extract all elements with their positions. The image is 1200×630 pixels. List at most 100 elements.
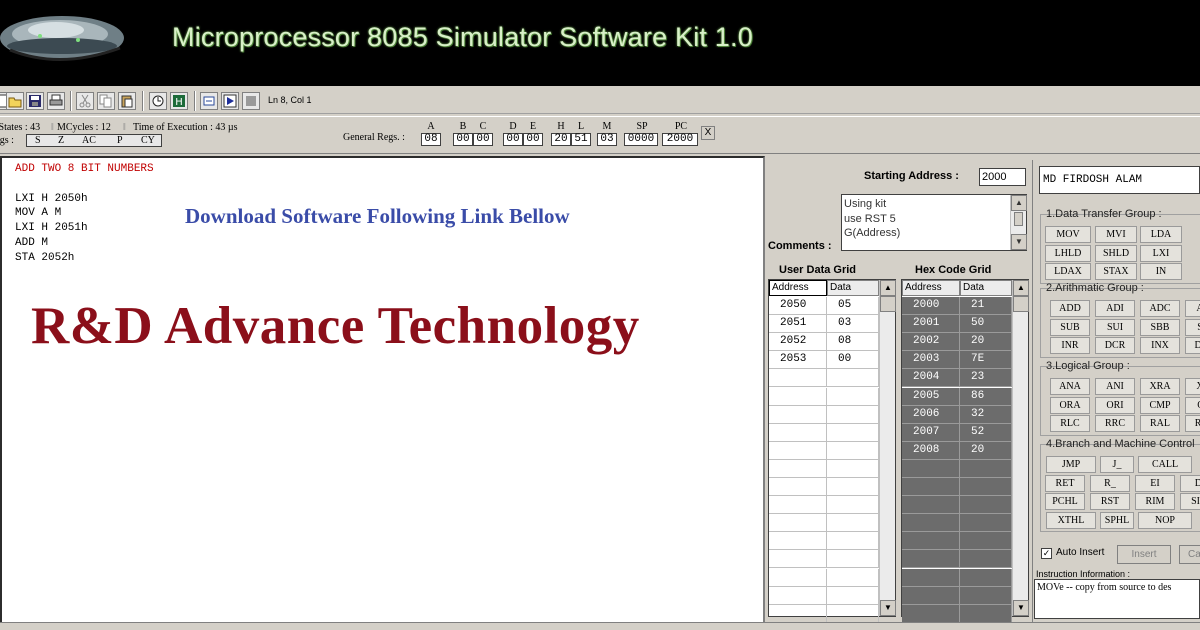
user-grid-address-cell[interactable]: 2051: [769, 315, 827, 334]
user-grid-address-cell[interactable]: [769, 459, 827, 478]
hex-grid-data-cell[interactable]: [960, 550, 1012, 569]
user-data-grid[interactable]: Address Data 2050 05 2051 03 2052 08 2053 00 ▲ …: [768, 279, 896, 623]
user-grid-data-cell[interactable]: 05: [827, 297, 879, 315]
instruction-button-j[interactable]: J_: [1100, 456, 1134, 473]
scroll-down-icon[interactable]: ▼: [1013, 600, 1029, 616]
hex-grid-data-cell[interactable]: 20: [960, 333, 1012, 352]
execute-icon[interactable]: H: [170, 92, 188, 110]
auto-insert-checkbox[interactable]: ✓: [1041, 548, 1052, 559]
instruction-button-aci[interactable]: ACI: [1185, 300, 1200, 317]
user-grid-data-cell[interactable]: [827, 604, 879, 623]
user-grid-address-cell[interactable]: 2052: [769, 333, 827, 352]
user-grid-address-cell[interactable]: [769, 478, 827, 496]
paste-icon[interactable]: [118, 92, 136, 110]
instruction-button-inx[interactable]: INX: [1140, 337, 1180, 354]
scroll-down-icon[interactable]: ▼: [880, 600, 896, 616]
scroll-up-icon[interactable]: ▲: [1011, 195, 1027, 211]
user-grid-data-cell[interactable]: 00: [827, 351, 879, 370]
instruction-button-xri[interactable]: XRI: [1185, 378, 1200, 395]
instruction-button-inr[interactable]: INR: [1050, 337, 1090, 354]
instruction-button-adc[interactable]: ADC: [1140, 300, 1180, 317]
copy-icon[interactable]: [97, 92, 115, 110]
hex-grid-address-cell[interactable]: 2005: [902, 387, 960, 406]
instruction-button-cmp[interactable]: CMP: [1140, 396, 1180, 414]
instruction-button-rst[interactable]: RST: [1090, 493, 1130, 510]
hex-grid-data-cell[interactable]: [960, 496, 1012, 515]
instruction-button-mov[interactable]: MOV: [1045, 226, 1091, 243]
user-grid-data-cell[interactable]: [827, 369, 879, 388]
instruction-button-rrc[interactable]: RRC: [1095, 415, 1135, 432]
instruction-button-sbb[interactable]: SBB: [1140, 318, 1180, 336]
instruction-button-r[interactable]: R_: [1090, 474, 1130, 492]
hex-grid-data-cell[interactable]: 52: [960, 423, 1012, 442]
hex-grid-address-cell[interactable]: 2006: [902, 405, 960, 424]
user-grid-data-cell[interactable]: 08: [827, 333, 879, 352]
save-icon[interactable]: [26, 92, 44, 110]
instruction-button-sim[interactable]: SIM: [1180, 493, 1200, 510]
hex-grid-address-cell[interactable]: 2002: [902, 333, 960, 352]
instruction-button-xra[interactable]: XRA: [1140, 378, 1180, 395]
instruction-button-stax[interactable]: STAX: [1095, 263, 1137, 280]
instruction-button-in[interactable]: IN: [1140, 263, 1182, 280]
author-field[interactable]: MD FIRDOSH ALAM: [1039, 166, 1200, 194]
hex-grid-data-cell[interactable]: 32: [960, 405, 1012, 424]
starting-address-input[interactable]: 2000: [979, 168, 1026, 186]
user-grid-data-cell[interactable]: [827, 441, 879, 460]
user-grid-address-cell[interactable]: [769, 550, 827, 569]
instruction-button-ana[interactable]: ANA: [1050, 378, 1090, 395]
open-icon[interactable]: [6, 92, 24, 110]
instruction-button-ldax[interactable]: LDAX: [1045, 263, 1091, 280]
instruction-button-rar[interactable]: RAR: [1185, 415, 1200, 432]
hex-grid-data-cell[interactable]: [960, 604, 1012, 623]
hex-grid-address-cell[interactable]: 2004: [902, 369, 960, 388]
hex-grid-address-cell[interactable]: 2003: [902, 351, 960, 370]
user-grid-data-cell[interactable]: [827, 532, 879, 551]
comments-box[interactable]: Using kit use RST 5 G(Address) ▲ ▼: [841, 194, 1027, 251]
cut-icon[interactable]: [76, 92, 94, 110]
scroll-thumb[interactable]: [1013, 296, 1029, 312]
user-grid-address-cell[interactable]: [769, 568, 827, 587]
instruction-button-ani[interactable]: ANI: [1095, 378, 1135, 395]
hex-code-grid[interactable]: Address Data 2000 21 2001 50 2002 20 2003 7E 200…: [901, 279, 1029, 623]
step-icon[interactable]: [200, 92, 218, 110]
instruction-button-rim[interactable]: RIM: [1135, 493, 1175, 510]
close-registers-button[interactable]: X: [701, 126, 715, 140]
user-grid-data-cell[interactable]: [827, 423, 879, 442]
hex-grid-address-cell[interactable]: 2000: [902, 297, 960, 315]
instruction-button-call[interactable]: CALL: [1138, 456, 1192, 473]
user-grid-data-cell[interactable]: [827, 550, 879, 569]
user-grid-data-cell[interactable]: [827, 586, 879, 605]
scroll-down-icon[interactable]: ▼: [1011, 234, 1027, 250]
scroll-thumb[interactable]: [1014, 212, 1023, 226]
print-icon[interactable]: [47, 92, 65, 110]
hex-grid-address-cell[interactable]: 2008: [902, 441, 960, 460]
instruction-button-sui[interactable]: SUI: [1095, 318, 1135, 336]
instruction-button-adi[interactable]: ADI: [1095, 300, 1135, 317]
hex-grid-data-cell[interactable]: 20: [960, 441, 1012, 460]
user-grid-data-cell[interactable]: [827, 459, 879, 478]
insert-button[interactable]: Insert: [1117, 545, 1171, 564]
user-grid-data-cell[interactable]: 03: [827, 315, 879, 334]
instruction-button-xthl[interactable]: XTHL: [1046, 511, 1096, 529]
user-grid-address-cell[interactable]: [769, 514, 827, 533]
hex-grid-address-cell[interactable]: [902, 568, 960, 587]
user-grid-address-cell[interactable]: [769, 496, 827, 515]
hex-grid-data-cell[interactable]: [960, 568, 1012, 587]
hex-grid-address-cell[interactable]: [902, 532, 960, 551]
hex-grid-address-cell[interactable]: [902, 586, 960, 605]
instruction-button-mvi[interactable]: MVI: [1095, 226, 1137, 243]
assemble-icon[interactable]: [149, 92, 167, 110]
hex-grid-address-cell[interactable]: 2001: [902, 315, 960, 334]
instruction-button-pchl[interactable]: PCHL: [1045, 493, 1085, 510]
instruction-button-rlc[interactable]: RLC: [1050, 415, 1090, 432]
hex-grid-address-cell[interactable]: [902, 496, 960, 515]
instruction-button-lda[interactable]: LDA: [1140, 226, 1182, 243]
user-grid-address-cell[interactable]: [769, 586, 827, 605]
user-grid-data-cell[interactable]: [827, 514, 879, 533]
hex-grid-address-cell[interactable]: [902, 478, 960, 496]
user-grid-data-cell[interactable]: [827, 478, 879, 496]
instruction-button-dcx[interactable]: DCX: [1185, 337, 1200, 354]
hex-grid-address-cell[interactable]: [902, 514, 960, 533]
instruction-button-sbi[interactable]: SBI: [1185, 318, 1200, 336]
hex-grid-data-cell[interactable]: [960, 459, 1012, 478]
